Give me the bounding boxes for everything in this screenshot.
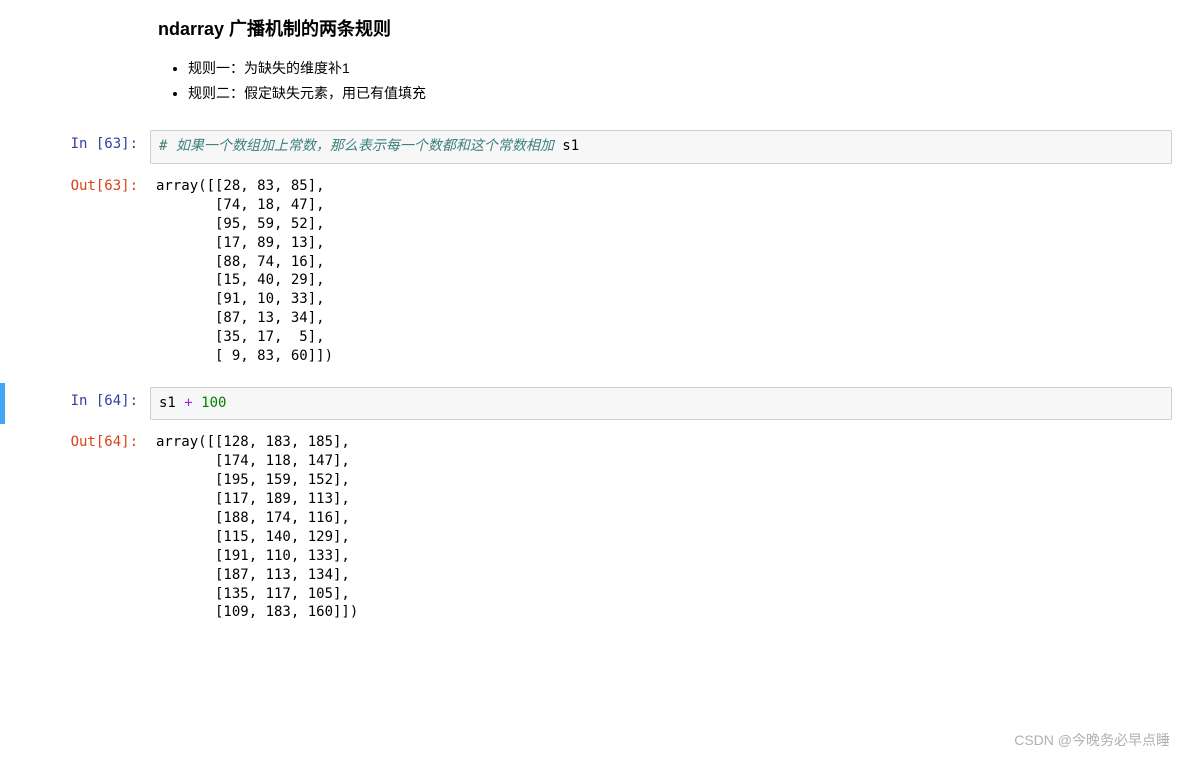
bullet-list: 规则一：为缺失的维度补1 规则二：假定缺失元素，用已有值填充 <box>158 56 1172 106</box>
output-text: array([[28, 83, 85], [74, 18, 47], [95, … <box>150 172 1182 371</box>
code-operator: + <box>184 395 192 411</box>
watermark: CSDN @今晚务必早点睡 <box>1014 730 1170 750</box>
notebook-container: ndarray 广播机制的两条规则 规则一：为缺失的维度补1 规则二：假定缺失元… <box>0 0 1182 627</box>
output-cell-64: Out[64]: array([[128, 183, 185], [174, 1… <box>0 428 1182 627</box>
input-prompt: In [63]: <box>5 130 150 164</box>
output-text: array([[128, 183, 185], [174, 118, 147],… <box>150 428 1182 627</box>
code-number: 100 <box>193 395 227 411</box>
output-prompt: Out[64]: <box>5 428 150 627</box>
code-cell-64[interactable]: In [64]: s1 + 100 <box>0 383 1182 425</box>
input-prompt: In [64]: <box>5 387 150 421</box>
code-input[interactable]: s1 + 100 <box>150 387 1172 421</box>
code-input[interactable]: # 如果一个数组加上常数，那么表示每一个数都和这个常数相加 s1 <box>150 130 1172 164</box>
code-comment: # 如果一个数组加上常数，那么表示每一个数都和这个常数相加 <box>159 138 554 154</box>
code-cell-63[interactable]: In [63]: # 如果一个数组加上常数，那么表示每一个数都和这个常数相加 s… <box>0 126 1182 168</box>
code-variable: s1 <box>159 395 184 411</box>
list-item: 规则二：假定缺失元素，用已有值填充 <box>188 81 1172 106</box>
output-cell-63: Out[63]: array([[28, 83, 85], [74, 18, 4… <box>0 172 1182 371</box>
heading: ndarray 广播机制的两条规则 <box>158 15 1172 41</box>
output-prompt: Out[63]: <box>5 172 150 371</box>
markdown-cell: ndarray 广播机制的两条规则 规则一：为缺失的维度补1 规则二：假定缺失元… <box>0 10 1182 126</box>
code-text: s1 <box>562 138 579 154</box>
list-item: 规则一：为缺失的维度补1 <box>188 56 1172 81</box>
